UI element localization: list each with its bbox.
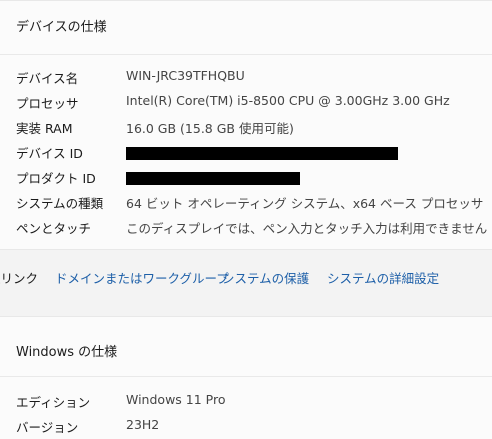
windows-specs-header[interactable]: Windows の仕様 [16, 341, 117, 360]
redacted-product-id [126, 172, 300, 185]
spec-label: デバイス名 [16, 71, 79, 86]
spec-value: Windows 11 Pro [126, 392, 226, 407]
spec-value: このディスプレイでは、ペン入力とタッチ入力は利用できません [126, 221, 488, 236]
spec-row-ram: 実装 RAM 16.0 GB (15.8 GB 使用可能) [0, 118, 492, 143]
windows-specs-card: Windows の仕様 エディション Windows 11 Pro バージョン … [0, 316, 492, 439]
redacted-device-id [126, 147, 398, 160]
spec-label: プロセッサ [16, 96, 79, 111]
spec-row-version: バージョン 23H2 [0, 417, 492, 439]
divider [0, 54, 492, 55]
spec-row-edition: エディション Windows 11 Pro [0, 392, 492, 417]
link-system-protection[interactable]: システムの保護 [222, 268, 309, 287]
spec-row-device-id: デバイス ID [0, 143, 492, 168]
system-about-page: デバイスの仕様 デバイス名 WIN-JRC39TFHQBU プロセッサ Inte… [0, 0, 492, 439]
device-specs-header[interactable]: デバイスの仕様 [16, 16, 107, 35]
divider [0, 376, 492, 377]
spec-value: Intel(R) Core(TM) i5-8500 CPU @ 3.00GHz … [126, 93, 450, 108]
spec-label: デバイス ID [16, 146, 83, 161]
spec-label: ペンとタッチ [16, 221, 92, 236]
link-advanced-system-settings[interactable]: システムの詳細設定 [327, 268, 439, 287]
spec-value: 64 ビット オペレーティング システム、x64 ベース プロセッサ [126, 196, 484, 211]
spec-label: 実装 RAM [16, 121, 73, 136]
spec-row-pen-touch: ペンとタッチ このディスプレイでは、ペン入力とタッチ入力は利用できません [0, 218, 492, 243]
link-domain-workgroup[interactable]: ドメインまたはワークグループ [55, 268, 229, 287]
spec-label: システムの種類 [16, 196, 104, 211]
device-specs-card: デバイスの仕様 デバイス名 WIN-JRC39TFHQBU プロセッサ Inte… [0, 0, 492, 250]
spec-label: プロダクト ID [16, 171, 96, 186]
spec-row-system-type: システムの種類 64 ビット オペレーティング システム、x64 ベース プロセ… [0, 193, 492, 218]
spec-value: WIN-JRC39TFHQBU [126, 68, 245, 83]
spec-label: バージョン [16, 420, 79, 435]
spec-value: 16.0 GB (15.8 GB 使用可能) [126, 121, 294, 136]
spec-row-processor: プロセッサ Intel(R) Core(TM) i5-8500 CPU @ 3.… [0, 93, 492, 118]
related-links-label: 連リンク [0, 271, 39, 286]
related-links-bar: 連リンク ドメインまたはワークグループ システムの保護 システムの詳細設定 [0, 252, 492, 302]
spec-row-product-id: プロダクト ID [0, 168, 492, 193]
spec-value: 23H2 [126, 417, 160, 432]
spec-row-device-name: デバイス名 WIN-JRC39TFHQBU [0, 68, 492, 93]
spec-label: エディション [16, 395, 91, 410]
